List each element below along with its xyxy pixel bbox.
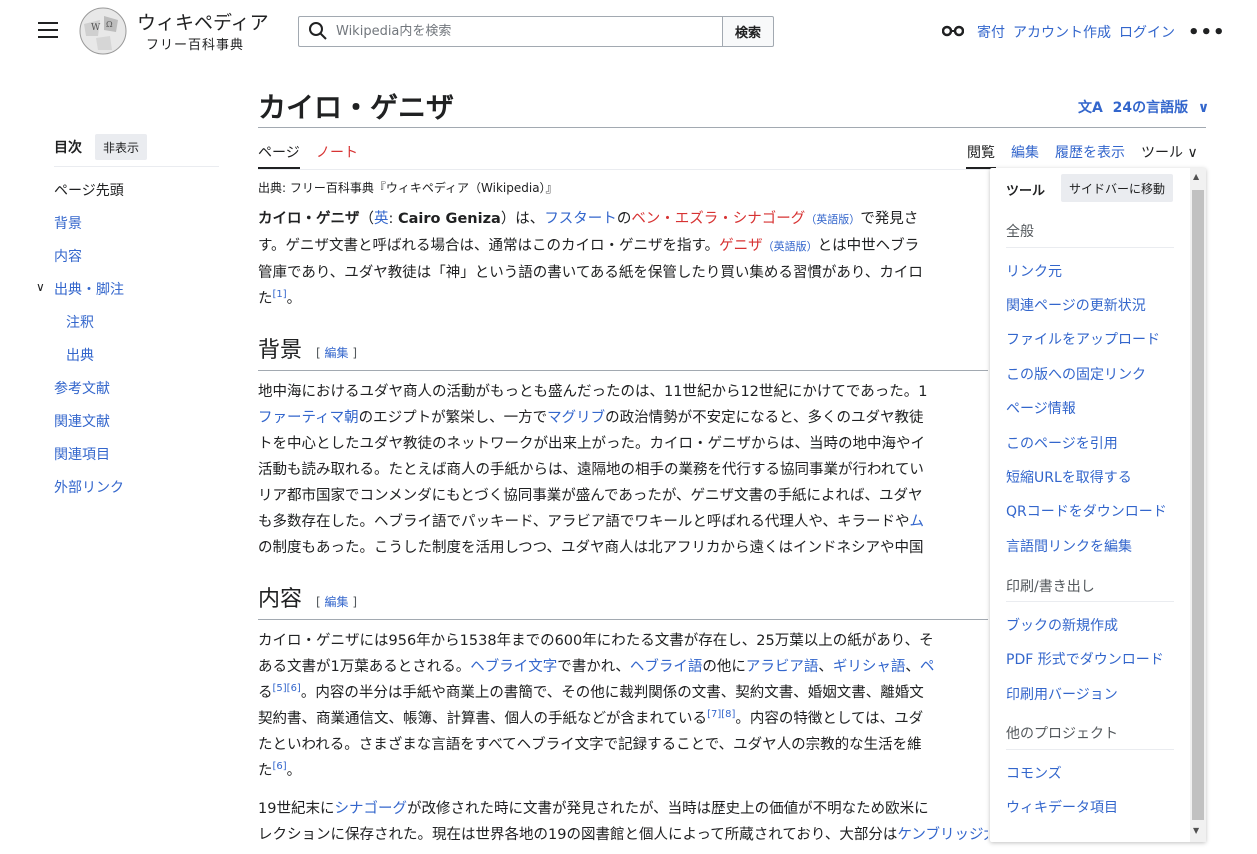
section-heading-background: 背景[ 編集 ] (258, 338, 988, 371)
tab-edit[interactable]: 編集 (1011, 142, 1039, 162)
tab-history[interactable]: 履歴を表示 (1055, 142, 1125, 162)
toc-item-sources[interactable]: 出典・脚注 (54, 279, 124, 299)
paragraph: 19世紀末にシナゴーグが改修された時に文書が発見されたが、当時は歴史上の価値が不… (258, 801, 929, 817)
move-to-sidebar-button[interactable]: サイドバーに移動 (1061, 174, 1174, 202)
login-link[interactable]: ログイン (1119, 22, 1175, 42)
paragraph: 契約書、商業通信文、帳簿、計算書、個人の手紙などが含まれている[7][8]。内容… (258, 709, 924, 727)
tool-what-links-here[interactable]: リンク元 (1006, 261, 1062, 281)
paragraph: も多数存在した。ヘブライ語でパッキード、アラビア語でワキールと呼ばれる代理人や、… (258, 514, 924, 530)
search-box[interactable] (298, 16, 724, 47)
paragraph: 活動も読み取れる。たとえば商人の手紙からは、遠隔地の相手の業務を代行する協同事業… (258, 462, 924, 478)
paragraph: トを中心としたユダヤ教徒のネットワークが出来上がった。カイロ・ゲニザからは、当時… (258, 436, 925, 452)
tools-label: ツール (1141, 145, 1183, 161)
tool-wikidata-item[interactable]: ウィキデータ項目 (1006, 797, 1118, 817)
paragraph: た[6]。 (258, 761, 302, 779)
tool-permanent-link[interactable]: この版への固定リンク (1006, 364, 1146, 384)
article-body: 出典: フリー百科事典『ウィキペディア（Wikipedia）』 カイロ・ゲニザ（… (258, 178, 988, 848)
tool-related-changes[interactable]: 関連ページの更新状況 (1006, 295, 1146, 315)
paragraph: カイロ・ゲニザ（英: Cairo Geniza）は、フスタートのベン・エズラ・シ… (258, 211, 919, 227)
paragraph: ある文書が1万葉あるとされる。ヘブライ文字で書かれ、ヘブライ語の他にアラビア語、… (258, 659, 935, 675)
toc-item-external-links[interactable]: 外部リンク (54, 477, 124, 497)
language-count: 24の言語版 (1112, 100, 1189, 116)
tool-download-pdf[interactable]: PDF 形式でダウンロード (1006, 649, 1164, 669)
tool-page-info[interactable]: ページ情報 (1006, 398, 1076, 418)
donate-link[interactable]: 寄付 (977, 22, 1005, 42)
main-menu-button[interactable] (38, 22, 58, 38)
toc-item-further-reading[interactable]: 関連文献 (54, 411, 110, 431)
toc-item-background[interactable]: 背景 (54, 213, 82, 233)
toc-item-notes[interactable]: 注釈 (66, 312, 94, 332)
tool-short-url[interactable]: 短縮URLを取得する (1006, 467, 1132, 487)
tab-page[interactable]: ページ (258, 142, 300, 162)
chevron-down-icon: ∨ (1187, 145, 1198, 161)
tool-qr-code[interactable]: QRコードをダウンロード (1006, 501, 1167, 521)
paragraph: 地中海におけるユダヤ商人の活動がもっとも盛んだったのは、11世紀から12世紀にか… (258, 384, 928, 400)
tool-edit-interlanguage[interactable]: 言語間リンクを編集 (1006, 536, 1132, 556)
toc-item-top[interactable]: ページ先頭 (54, 180, 124, 200)
active-tab-indicator (258, 167, 300, 169)
search-button[interactable]: 検索 (722, 16, 774, 47)
tool-create-book[interactable]: ブックの新規作成 (1006, 615, 1118, 635)
scroll-down-icon[interactable]: ▼ (1193, 826, 1199, 835)
toc-title: 目次 (54, 140, 82, 156)
tool-commons[interactable]: コモンズ (1006, 763, 1062, 783)
toc-item-bibliography[interactable]: 参考文献 (54, 378, 110, 398)
wordmark[interactable]: ウィキペディア (137, 8, 269, 35)
paragraph: す。ゲニザ文書と呼ばれる場合は、通常はこのカイロ・ゲニザを指す。ゲニザ（英語版）… (258, 238, 920, 254)
tab-talk[interactable]: ノート (316, 142, 358, 162)
paragraph: 管庫であり、ユダヤ教徒は「神」という語の書いてある紙を保管したり買い集める習慣が… (258, 265, 923, 281)
appearance-glasses-icon[interactable] (942, 25, 964, 37)
paragraph: た[1]。 (258, 289, 302, 307)
scroll-up-icon[interactable]: ▲ (1193, 172, 1199, 181)
paragraph: の制度もあった。こうした制度を活用しつつ、ユダヤ商人は北アフリカから遠くはインド… (258, 540, 924, 556)
search-input[interactable] (299, 17, 723, 46)
tagline: フリー百科事典 (146, 38, 245, 53)
divider (54, 166, 219, 167)
chevron-down-icon: ∨ (1197, 100, 1210, 116)
divider (1006, 749, 1174, 750)
paragraph: カイロ・ゲニザには956年から1538年までの600年にわたる文書が存在し、25… (258, 633, 934, 649)
toc-item-references[interactable]: 出典 (66, 345, 94, 365)
from-line: 出典: フリー百科事典『ウィキペディア（Wikipedia）』 (258, 181, 558, 195)
tab-read[interactable]: 閲覧 (967, 142, 995, 162)
wikipedia-globe-logo[interactable]: W Ω (78, 6, 128, 56)
paragraph: レクションに保存された。現在は世界各地の19の図書館と個人によって所蔵されており… (258, 827, 988, 843)
svg-text:W: W (91, 23, 101, 33)
toc-hide-button[interactable]: 非表示 (95, 134, 148, 160)
tool-cite-page[interactable]: このページを引用 (1006, 433, 1118, 453)
edit-section-link[interactable]: 編集 (325, 346, 349, 360)
edit-section-link[interactable]: 編集 (325, 595, 349, 609)
tools-panel-title: ツール (1006, 184, 1046, 199)
scrollbar-thumb[interactable] (1192, 190, 1204, 820)
toc-item-see-also[interactable]: 関連項目 (54, 444, 110, 464)
section-label-other-projects: 他のプロジェクト (1006, 726, 1118, 742)
tools-dropdown[interactable]: ツール ∨ (1141, 142, 1198, 162)
more-options-icon[interactable]: ••• (1188, 22, 1226, 43)
divider (1006, 247, 1174, 248)
tool-upload-file[interactable]: ファイルをアップロード (1006, 329, 1160, 349)
search-icon (309, 22, 327, 40)
toc-item-content[interactable]: 内容 (54, 246, 82, 266)
paragraph: る[5][6]。内容の半分は手紙や商業上の書簡で、その他に裁判関係の文書、契約文… (258, 683, 924, 701)
translate-icon: 文A (1078, 100, 1103, 116)
section-heading-content: 内容[ 編集 ] (258, 587, 988, 620)
paragraph: リア都市国家でコンメンダにもとづく協同事業が盛んであったが、ゲニザ文書の手紙によ… (258, 488, 923, 504)
language-button[interactable]: 文A 24の言語版 ∨ (1078, 97, 1209, 117)
paragraph: ファーティマ朝のエジプトが繁栄し、一方でマグリブの政治情勢が不安定になると、多く… (258, 410, 924, 426)
section-label-general: 全般 (1006, 224, 1034, 240)
divider (258, 127, 1206, 128)
create-account-link[interactable]: アカウント作成 (1013, 22, 1111, 42)
divider (1006, 601, 1174, 602)
section-label-print: 印刷/書き出し (1006, 579, 1095, 595)
page-title: カイロ・ゲニザ (258, 91, 455, 124)
tool-printable-version[interactable]: 印刷用バージョン (1006, 684, 1118, 704)
paragraph: たといわれる。さまざまな言語をすべてヘブライ文字で記録することで、ユダヤ人の宗教… (258, 737, 922, 753)
chevron-down-icon[interactable]: ∨ (36, 280, 45, 294)
svg-text:Ω: Ω (106, 20, 113, 29)
